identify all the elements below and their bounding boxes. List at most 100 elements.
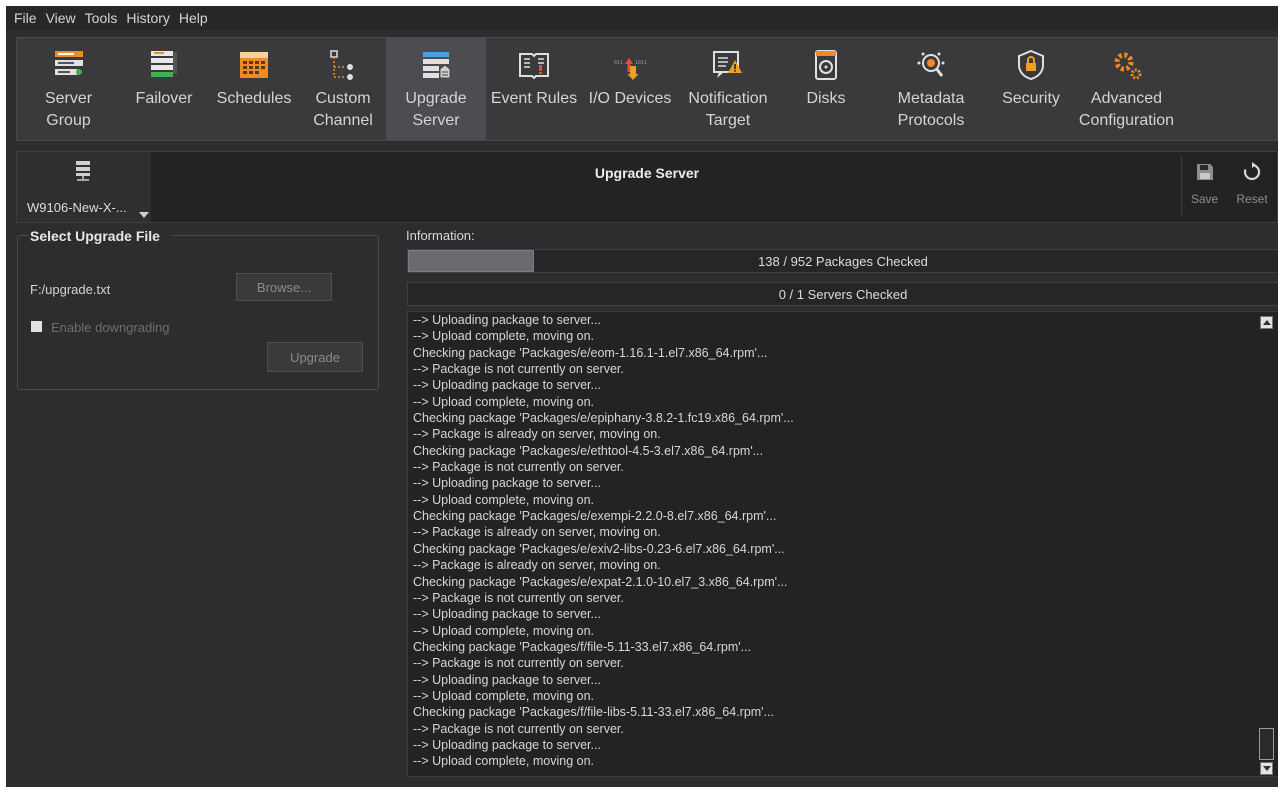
scroll-up-button[interactable] [1260,316,1273,329]
log-line: --> Upload complete, moving on. [413,623,594,638]
tool-label-upgrade-server-2: Server [412,112,460,129]
log-line: --> Upload complete, moving on. [413,754,594,769]
log-text: --> Uploading package to server... --> Up… [413,312,1248,770]
tool-label-server-group-1: Server [44,90,93,107]
tool-label-server-group-2: Group [46,112,91,129]
schedules-icon [240,52,268,78]
metadata-protocols-icon [917,52,945,77]
log-line: --> Upload complete, moving on. [413,688,594,703]
tool-label-failover: Failover [135,90,193,107]
menu-file[interactable]: File [14,10,37,26]
tool-security[interactable]: Security [988,38,1074,140]
tool-label-custom-channel-1: Custom [315,90,371,107]
event-rules-icon [519,53,549,80]
tool-event-rules[interactable]: Event Rules [486,38,582,140]
log-line: --> Uploading package to server... [413,476,601,491]
menu-help[interactable]: Help [179,10,208,26]
save-label: Save [1190,192,1219,206]
tool-label-notification-target-2: Target [705,112,751,129]
disks-icon [815,50,837,80]
save-button[interactable]: Save [1181,156,1227,216]
packages-progress-bar: 138 / 952 Packages Checked [407,249,1278,273]
menu-tools[interactable]: Tools [85,10,118,26]
log-line: --> Uploading package to server... [413,378,601,393]
log-line: Checking package 'Packages/e/expat-2.1.0… [413,574,788,589]
servers-progress-bar: 0 / 1 Servers Checked [407,282,1278,306]
log-line: Checking package 'Packages/f/file-5.11-3… [413,639,752,654]
io-devices-icon: 011 1011 [614,58,647,80]
server-group-icon [54,51,83,75]
tool-custom-channel[interactable]: Custom Channel [300,38,386,140]
upgrade-button[interactable]: Upgrade [267,342,363,372]
tool-label-event-rules: Event Rules [490,90,578,107]
log-line: --> Package is already on server, moving… [413,558,661,573]
log-line: --> Uploading package to server... [413,737,601,752]
tool-label-upgrade-server-1: Upgrade [405,90,467,107]
reset-icon [1243,162,1261,181]
log-line: Checking package 'Packages/e/ethtool-4.5… [413,443,764,458]
reset-button[interactable]: Reset [1227,156,1277,216]
log-line: --> Package is not currently on server. [413,656,624,671]
tool-label-notification-target-1: Notification [688,90,768,107]
svg-text:1011: 1011 [635,60,647,66]
tool-label-security: Security [1002,90,1060,107]
save-icon [1196,164,1213,180]
menu-history[interactable]: History [126,10,170,26]
servers-progress-text: 0 / 1 Servers Checked [778,287,908,302]
tool-server-group[interactable]: Server Group [17,38,120,140]
tool-failover[interactable]: Failover [120,38,208,140]
arrow-down-icon [1262,766,1271,771]
log-line: --> Package is already on server, moving… [413,525,661,540]
log-line: --> Upload complete, moving on. [413,329,594,344]
log-line: --> Package is not currently on server. [413,590,624,605]
toolbar: Server Group Failover Schedules Custom C… [16,37,1278,141]
log-line: --> Package is not currently on server. [413,362,624,377]
tool-label-io-devices: I/O Devices [588,90,672,107]
log-line: --> Upload complete, moving on. [413,492,594,507]
tool-io-devices[interactable]: 011 1011 I/O Devices [582,38,678,140]
log-line: --> Upload complete, moving on. [413,394,594,409]
tool-label-disks: Disks [806,90,846,107]
tool-upgrade-server[interactable]: Upgrade Server [386,38,486,140]
title-bar: W9106-New-X-... Upgrade Server Save Rese… [16,151,1278,223]
information-label: Information: [406,228,475,243]
packages-progress-text: 138 / 952 Packages Checked [758,254,928,269]
security-icon [1018,49,1044,81]
log-line: Checking package 'Packages/e/exempi-2.2.… [413,509,777,524]
custom-channel-icon [330,50,353,80]
browse-button[interactable]: Browse... [236,273,332,301]
log-line: Checking package 'Packages/e/exiv2-libs-… [413,541,785,556]
tool-advanced-configuration[interactable]: Advanced Configuration [1074,38,1179,140]
select-upgrade-file-panel: Select Upgrade File F:/upgrade.txt Brows… [17,228,379,390]
server-selector[interactable]: W9106-New-X-... [17,152,151,222]
tool-label-custom-channel-2: Channel [313,112,373,129]
reset-label: Reset [1236,192,1268,206]
chevron-down-icon[interactable] [139,212,149,218]
scroll-down-button[interactable] [1260,762,1273,775]
upgrade-server-icon [423,52,451,79]
panel-title: Select Upgrade File [28,228,172,244]
tool-label-schedules: Schedules [216,90,292,107]
log-line: --> Uploading package to server... [413,313,601,327]
scroll-thumb[interactable] [1259,728,1274,760]
menu-view[interactable]: View [46,10,76,26]
app-window: File View Tools History Help Server Grou… [6,6,1278,787]
log-scrollbar[interactable] [1256,312,1278,776]
arrow-up-icon [1262,320,1271,325]
failover-icon [151,51,177,77]
tool-metadata-protocols[interactable]: Metadata Protocols [874,38,988,140]
log-output[interactable]: --> Uploading package to server... --> Up… [407,311,1278,777]
log-line: Checking package 'Packages/e/epiphany-3.… [413,411,794,426]
enable-downgrading-label: Enable downgrading [51,320,170,335]
enable-downgrading-checkbox[interactable] [31,321,42,332]
menu-bar: File View Tools History Help [6,6,1278,30]
log-line: --> Package is not currently on server. [413,721,624,736]
tool-label-advanced-configuration-2: Configuration [1078,112,1175,129]
tool-schedules[interactable]: Schedules [208,38,300,140]
tool-notification-target[interactable]: Notification Target [678,38,778,140]
page-title: Upgrade Server [594,165,700,181]
log-line: Checking package 'Packages/f/file-libs-5… [413,705,774,720]
tool-disks[interactable]: Disks [778,38,874,140]
log-line: Checking package 'Packages/e/eom-1.16.1-… [413,345,768,360]
advanced-configuration-icon [1114,52,1141,80]
